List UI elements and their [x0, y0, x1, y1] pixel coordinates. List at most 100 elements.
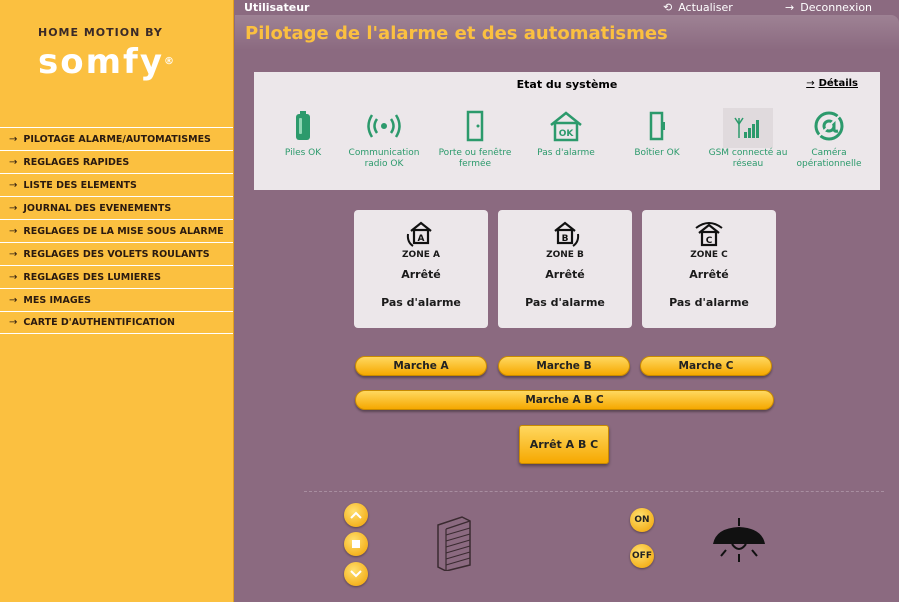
- sidebar-item-images[interactable]: → MES IMAGES: [0, 288, 233, 311]
- sidebar-item-label: REGLAGES DES LUMIERES: [23, 271, 161, 283]
- arrow-right-icon: →: [9, 294, 18, 306]
- sidebar-item-label: JOURNAL DES EVENEMENTS: [23, 202, 172, 214]
- off-label: OFF: [632, 551, 652, 561]
- sidebar-item-liste-elements[interactable]: → LISTE DES ELEMENTS: [0, 173, 233, 196]
- status-caption: Boîtier OK: [634, 148, 680, 158]
- radio-signal-icon: [367, 114, 401, 138]
- sidebar: HOME MOTION BY somfy® → PILOTAGE ALARME/A…: [0, 0, 234, 602]
- sidebar-item-mise-sous-alarme[interactable]: → REGLAGES DE LA MISE SOUS ALARME: [0, 219, 233, 242]
- top-bar: Utilisateur ⟲ Actualiser → Deconnexion: [235, 0, 899, 15]
- sidebar-item-journal[interactable]: → JOURNAL DES EVENEMENTS: [0, 196, 233, 219]
- arrow-right-icon: →: [9, 271, 18, 283]
- zone-alarm-status: Pas d'alarme: [381, 296, 461, 309]
- arrow-right-icon: →: [9, 248, 18, 260]
- zone-a-house-icon: A: [406, 221, 432, 247]
- refresh-icon: ⟲: [663, 1, 673, 14]
- sidebar-item-volets[interactable]: → REGLAGES DES VOLETS ROULANTS: [0, 242, 233, 265]
- light-on-button[interactable]: ON: [630, 508, 654, 532]
- status-caption: Communication radio OK: [348, 148, 420, 169]
- sidebar-nav: → PILOTAGE ALARME/AUTOMATISMES → REGLAGES …: [0, 127, 233, 334]
- sidebar-item-reglages-rapides[interactable]: → REGLAGES RAPIDES: [0, 150, 233, 173]
- sidebar-item-lumieres[interactable]: → REGLAGES DES LUMIERES: [0, 265, 233, 288]
- gsm-signal-icon: [734, 117, 759, 138]
- status-caption: Pas d'alarme: [537, 148, 595, 158]
- refresh-link[interactable]: ⟲ Actualiser: [663, 1, 733, 14]
- door-icon: [466, 110, 484, 142]
- logout-link[interactable]: → Deconnexion: [785, 1, 872, 14]
- separator: [304, 491, 884, 492]
- sidebar-item-label: PILOTAGE ALARME/AUTOMATISMES: [23, 133, 211, 145]
- somfy-logo-text: somfy: [38, 42, 164, 82]
- roller-shutter-icon: [437, 516, 471, 571]
- arrow-right-icon: →: [9, 179, 18, 191]
- start-abc-button[interactable]: Marche A B C: [355, 390, 774, 410]
- house-ok-icon: OK: [550, 111, 582, 142]
- sidebar-item-label: REGLAGES DE LA MISE SOUS ALARME: [23, 225, 224, 237]
- zone-a-card: A ZONE A Arrêté Pas d'alarme: [354, 210, 488, 328]
- camera-at-icon: [814, 111, 844, 141]
- zone-state: Arrêté: [545, 268, 585, 281]
- start-a-button[interactable]: Marche A: [355, 356, 487, 376]
- arrow-right-icon: →: [785, 1, 795, 14]
- light-off-button[interactable]: OFF: [630, 544, 654, 568]
- shutter-stop-button[interactable]: [344, 532, 368, 556]
- status-caption: Caméra opérationnelle: [796, 148, 862, 169]
- chevron-down-icon: [350, 570, 362, 578]
- zone-letter: C: [706, 236, 713, 246]
- zone-name: ZONE B: [546, 250, 584, 260]
- brand-logo: HOME MOTION BY somfy®: [38, 26, 198, 81]
- zone-letter: B: [562, 234, 569, 244]
- zone-name: ZONE A: [402, 250, 440, 260]
- status-item-battery: Piles OK: [258, 110, 348, 159]
- page-header: Pilotage de l'alarme et des automatismes: [235, 15, 899, 50]
- status-item-box: Boîtier OK: [612, 110, 702, 159]
- zone-b-house-icon: B: [554, 221, 580, 247]
- system-status-panel: Etat du système → Détails Piles OK Commun…: [254, 72, 880, 190]
- user-label: Utilisateur: [244, 1, 310, 14]
- status-title: Etat du système: [516, 78, 618, 91]
- sidebar-item-label: REGLAGES DES VOLETS ROULANTS: [23, 248, 210, 260]
- status-caption: Porte ou fenêtre fermée: [438, 148, 512, 169]
- start-c-button[interactable]: Marche C: [640, 356, 772, 376]
- arrow-right-icon: →: [9, 156, 18, 168]
- logout-label: Deconnexion: [800, 1, 873, 14]
- sidebar-item-label: REGLAGES RAPIDES: [23, 156, 130, 168]
- battery-icon: [296, 111, 310, 140]
- shutter-up-button[interactable]: [344, 503, 368, 527]
- status-item-camera: Caméra opérationnelle: [784, 110, 874, 170]
- sidebar-item-carte[interactable]: → CARTE D'AUTHENTIFICATION: [0, 311, 233, 334]
- arrow-right-icon: →: [9, 317, 18, 328]
- refresh-label: Actualiser: [678, 1, 733, 14]
- zone-c-house-icon: C: [695, 222, 723, 247]
- shutter-down-button[interactable]: [344, 562, 368, 586]
- somfy-logo: somfy®: [38, 43, 198, 81]
- zone-c-card: C ZONE C Arrêté Pas d'alarme: [642, 210, 776, 328]
- sidebar-item-label: CARTE D'AUTHENTIFICATION: [23, 317, 175, 328]
- on-label: ON: [634, 515, 650, 525]
- sidebar-item-pilotage[interactable]: → PILOTAGE ALARME/AUTOMATISMES: [0, 127, 233, 150]
- sidebar-item-label: LISTE DES ELEMENTS: [23, 179, 137, 191]
- zone-state: Arrêté: [689, 268, 729, 281]
- zone-state: Arrêté: [401, 268, 441, 281]
- ceiling-lamp-icon: [713, 518, 765, 562]
- details-link[interactable]: → Détails: [806, 78, 858, 89]
- stop-square-icon: [352, 540, 360, 548]
- zone-alarm-status: Pas d'alarme: [525, 296, 605, 309]
- start-b-button[interactable]: Marche B: [498, 356, 630, 376]
- chevron-up-icon: [350, 511, 362, 519]
- status-item-radio: Communication radio OK: [339, 110, 429, 170]
- status-caption: Piles OK: [284, 148, 322, 158]
- status-item-door: Porte ou fenêtre fermée: [430, 110, 520, 170]
- status-caption: GSM connecté au réseau: [708, 148, 788, 169]
- brand-tagline: HOME MOTION BY: [38, 26, 163, 39]
- arrow-right-icon: →: [806, 78, 815, 89]
- arrow-right-icon: →: [9, 202, 18, 214]
- zone-letter: A: [418, 234, 425, 244]
- zone-alarm-status: Pas d'alarme: [669, 296, 749, 309]
- status-item-alarm: OK Pas d'alarme: [521, 110, 611, 159]
- box-icon: [649, 111, 665, 141]
- svg-text:OK: OK: [559, 129, 575, 139]
- stop-abc-button[interactable]: Arrêt A B C: [519, 425, 609, 464]
- status-item-gsm: GSM connecté au réseau: [703, 110, 793, 170]
- details-label: Détails: [818, 78, 858, 89]
